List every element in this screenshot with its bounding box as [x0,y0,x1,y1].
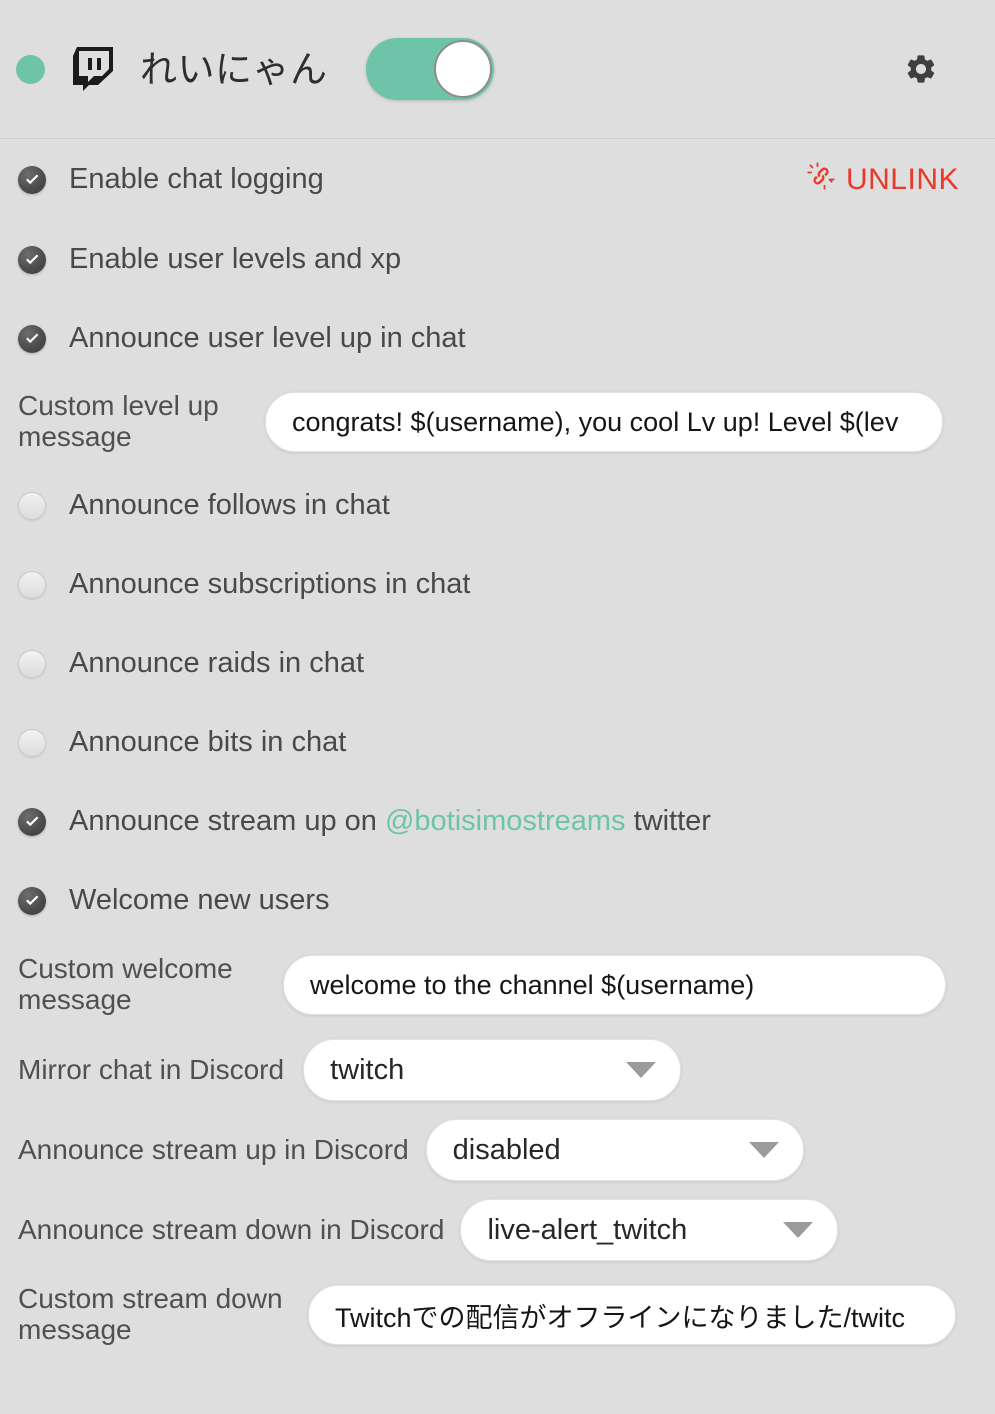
setting-row-announce-bits[interactable]: Announce bits in chat [0,703,995,782]
select-announce-stream-down-discord[interactable]: live-alert_twitch [460,1199,839,1261]
label-announce-raids: Announce raids in chat [69,647,365,679]
online-status-dot [16,54,45,84]
setting-row-custom-welcome-message: Custom welcome message welcome to the ch… [0,940,995,1030]
label-announce-bits: Announce bits in chat [69,726,347,758]
twitter-suffix-text: twitter [625,805,711,837]
checkbox-enable-chat-logging[interactable] [18,165,46,194]
label-custom-stream-down-message: Custom stream down message [18,1283,283,1345]
checkbox-announce-raids[interactable] [18,649,46,678]
setting-row-announce-subscriptions[interactable]: Announce subscriptions in chat [0,545,995,624]
label-custom-welcome-message: Custom welcome message [18,953,233,1015]
input-custom-welcome-message[interactable]: welcome to the channel $(username) [283,955,946,1015]
setting-row-announce-level-up[interactable]: Announce user level up in chat [0,299,995,378]
label-announce-level-up: Announce user level up in chat [69,322,466,354]
checkbox-announce-level-up[interactable] [18,324,46,353]
checkbox-announce-subscriptions[interactable] [18,570,46,599]
channel-header: れいにゃん [0,0,995,139]
chevron-down-icon [783,1222,814,1238]
select-announce-stream-down-value: live-alert_twitch [487,1213,688,1246]
checkbox-announce-bits[interactable] [18,728,46,757]
input-custom-level-up-message[interactable]: congrats! $(username), you cool Lv up! L… [265,392,943,452]
chevron-down-icon [626,1062,657,1078]
label-announce-subscriptions: Announce subscriptions in chat [69,568,471,600]
setting-row-announce-raids[interactable]: Announce raids in chat [0,624,995,703]
unlink-label: UNLINK [845,162,959,196]
setting-row-announce-stream-up-discord: Announce stream up in Discord disabled [0,1110,995,1190]
label-announce-follows: Announce follows in chat [69,489,390,521]
setting-row-enable-chat-logging[interactable]: Enable chat logging UNLINK [0,139,995,220]
gear-icon[interactable] [902,50,940,88]
select-announce-stream-up-discord[interactable]: disabled [425,1119,804,1181]
broken-link-icon [806,161,836,199]
checkbox-announce-stream-up-twitter[interactable] [18,807,46,836]
setting-row-mirror-chat: Mirror chat in Discord twitch [0,1030,995,1110]
setting-row-custom-level-up-message: Custom level up message congrats! $(user… [0,378,995,466]
setting-row-enable-user-levels[interactable]: Enable user levels and xp [0,220,995,299]
checkbox-announce-follows[interactable] [18,491,46,520]
label-welcome-new-users: Welcome new users [69,884,330,916]
toggle-knob [433,40,492,98]
select-mirror-chat[interactable]: twitch [303,1039,682,1101]
twitter-prefix-text: Announce stream up on [69,805,385,837]
label-announce-stream-up-discord: Announce stream up in Discord [18,1133,409,1165]
setting-row-announce-stream-up-twitter[interactable]: Announce stream up on @botisimostreams t… [0,782,995,861]
settings-panel: れいにゃん Enable chat logging UNLINK Enable … [0,0,995,1414]
channel-name: れいにゃん [140,48,328,90]
label-announce-stream-up-twitter: Announce stream up on @botisimostreams t… [69,805,711,838]
setting-row-welcome-new-users[interactable]: Welcome new users [0,861,995,940]
select-mirror-chat-value: twitch [330,1053,405,1086]
select-announce-stream-up-value: disabled [452,1133,561,1166]
twitter-handle-link[interactable]: @botisimostreams [385,805,626,837]
setting-row-announce-follows[interactable]: Announce follows in chat [0,466,995,545]
checkbox-welcome-new-users[interactable] [18,886,46,915]
channel-enable-toggle[interactable] [365,38,494,100]
label-enable-user-levels: Enable user levels and xp [69,243,402,275]
setting-row-announce-stream-down-discord: Announce stream down in Discord live-ale… [0,1190,995,1270]
label-announce-stream-down-discord: Announce stream down in Discord [18,1213,445,1245]
unlink-button[interactable]: UNLINK [806,161,959,199]
label-mirror-chat: Mirror chat in Discord [18,1053,285,1085]
label-enable-chat-logging: Enable chat logging [69,163,324,195]
twitch-icon [72,46,114,92]
settings-list: Enable chat logging UNLINK Enable user l… [0,139,995,1360]
checkbox-enable-user-levels[interactable] [18,245,46,274]
setting-row-custom-stream-down-message: Custom stream down message Twitchでの配信がオフ… [0,1270,995,1360]
input-custom-stream-down-message[interactable]: Twitchでの配信がオフラインになりました/twitc [308,1285,956,1345]
chevron-down-icon [748,1142,779,1158]
label-custom-level-up-message: Custom level up message [18,390,219,452]
